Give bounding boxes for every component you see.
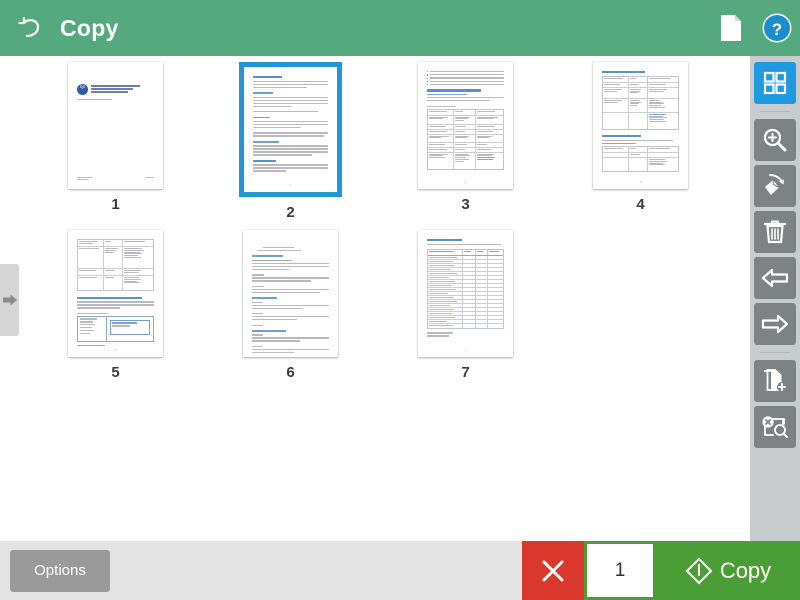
list-item[interactable]: 5 5 bbox=[28, 230, 203, 398]
page-footer-number: 6 bbox=[289, 348, 292, 352]
copy-count-value: 1 bbox=[614, 559, 626, 581]
copy-count-wrapper[interactable]: 1 bbox=[584, 541, 656, 600]
page-number-label: 7 bbox=[461, 364, 470, 381]
back-arrow-icon bbox=[18, 16, 40, 38]
list-item[interactable]: 1 bbox=[28, 62, 203, 230]
page-number-label: 5 bbox=[111, 364, 120, 381]
clear-preview-button[interactable] bbox=[754, 406, 796, 448]
rotate-page-button[interactable] bbox=[754, 165, 796, 207]
page-table bbox=[427, 249, 504, 330]
grid-2x2-icon bbox=[763, 71, 787, 95]
left-panel-expand-handle[interactable] bbox=[0, 264, 19, 336]
zoom-in-button[interactable] bbox=[754, 119, 796, 161]
figure-left-pane bbox=[78, 316, 107, 341]
arrow-right-icon bbox=[2, 294, 17, 306]
thumbnail-area: 1 bbox=[0, 56, 750, 541]
page-footer bbox=[77, 176, 154, 182]
page-number-label: 4 bbox=[636, 196, 645, 213]
page-thumbnail-2[interactable]: 2 bbox=[239, 62, 342, 197]
page-thumbnail-1[interactable] bbox=[68, 62, 163, 189]
add-pages-button[interactable] bbox=[754, 360, 796, 402]
help-button[interactable]: ? bbox=[754, 0, 800, 56]
arrow-left-outline-icon bbox=[761, 268, 789, 288]
page-thumbnail-grid: 1 bbox=[28, 62, 728, 398]
page-table bbox=[427, 108, 504, 170]
start-diamond-icon bbox=[685, 557, 713, 584]
page-preview: 6 bbox=[243, 230, 338, 357]
figure-right-pane bbox=[107, 317, 154, 341]
page-title: Copy bbox=[60, 14, 119, 41]
page-number-label: 2 bbox=[286, 204, 295, 221]
options-label: Options bbox=[34, 562, 86, 579]
cancel-search-icon bbox=[762, 416, 789, 439]
page-footer-number: 4 bbox=[639, 180, 642, 184]
page-title-block bbox=[77, 84, 154, 95]
page-footer-number: 5 bbox=[114, 348, 117, 352]
page-thumbnail-7[interactable]: 7 bbox=[418, 230, 513, 357]
app-header: Copy ? bbox=[0, 0, 800, 56]
bottom-action-bar: Options 1 Copy bbox=[0, 541, 800, 600]
copy-count-input[interactable]: 1 bbox=[587, 544, 653, 597]
page-thumbnail-5[interactable]: 5 bbox=[68, 230, 163, 357]
page-number-label: 6 bbox=[286, 364, 295, 381]
list-item[interactable]: 6 6 bbox=[203, 230, 378, 398]
toolbar-separator bbox=[760, 111, 790, 112]
move-left-button[interactable] bbox=[754, 257, 796, 299]
toolbar-separator bbox=[760, 352, 790, 353]
document-page-icon bbox=[721, 15, 741, 41]
list-item[interactable]: 3 3 bbox=[378, 62, 553, 230]
document-button[interactable] bbox=[708, 0, 754, 56]
list-item[interactable]: 2 2 bbox=[203, 62, 378, 230]
list-item[interactable]: 7 7 bbox=[378, 230, 553, 398]
page-thumbnail-4[interactable]: 4 bbox=[593, 62, 688, 189]
move-right-button[interactable] bbox=[754, 303, 796, 345]
page-tools-toolbar bbox=[750, 56, 800, 541]
page-thumbnail-6[interactable]: 6 bbox=[243, 230, 338, 357]
trash-can-icon bbox=[763, 220, 787, 244]
title-text-lines bbox=[91, 84, 154, 95]
magnifier-plus-icon bbox=[763, 128, 787, 152]
page-preview: 4 bbox=[593, 62, 688, 189]
copy-app-screen: Copy ? hp 1 2 2 3 3 4 4 5 5 6 6 7 7 Opti… bbox=[0, 0, 800, 600]
page-preview: 7 bbox=[418, 230, 513, 357]
page-preview: 2 bbox=[244, 67, 337, 192]
cancel-button[interactable] bbox=[522, 541, 584, 600]
page-footer-number: 7 bbox=[464, 348, 467, 352]
grid-view-button[interactable] bbox=[754, 62, 796, 104]
page-preview bbox=[68, 62, 163, 189]
help-question-circle-icon: ? bbox=[762, 13, 792, 43]
page-figure bbox=[77, 315, 154, 342]
delete-page-button[interactable] bbox=[754, 211, 796, 253]
page-footer-number: 2 bbox=[289, 183, 292, 187]
close-x-icon bbox=[542, 560, 564, 581]
back-button[interactable] bbox=[4, 0, 56, 56]
rotate-page-icon bbox=[765, 174, 784, 195]
hp-logo-icon bbox=[77, 84, 88, 95]
page-preview: 5 bbox=[68, 230, 163, 357]
page-table bbox=[602, 75, 679, 130]
page-number-label: 3 bbox=[461, 196, 470, 213]
options-button[interactable]: Options bbox=[10, 549, 110, 592]
page-table-2 bbox=[602, 146, 679, 173]
svg-text:?: ? bbox=[772, 20, 782, 39]
copy-start-button[interactable]: Copy bbox=[656, 541, 800, 600]
add-pages-icon bbox=[764, 369, 787, 392]
arrow-right-outline-icon bbox=[761, 314, 789, 334]
page-table bbox=[77, 239, 154, 291]
list-item[interactable]: 4 4 bbox=[553, 62, 728, 230]
page-footer-number: 3 bbox=[464, 180, 467, 184]
page-thumbnail-3[interactable]: 3 bbox=[418, 62, 513, 189]
page-preview: 3 bbox=[418, 62, 513, 189]
copy-button-label: Copy bbox=[719, 557, 772, 583]
page-number-label: 1 bbox=[111, 196, 120, 213]
